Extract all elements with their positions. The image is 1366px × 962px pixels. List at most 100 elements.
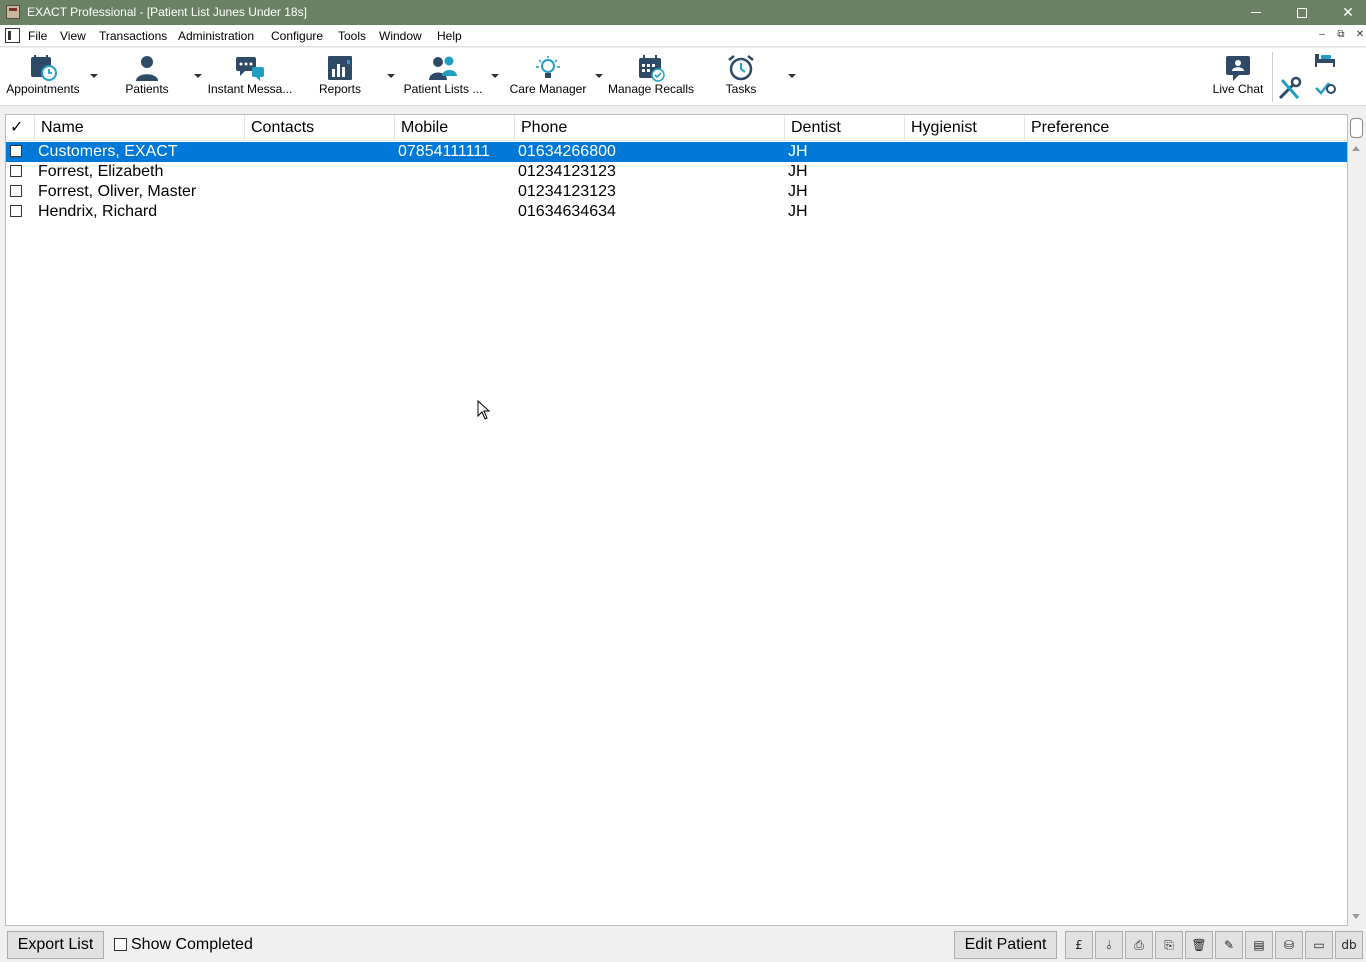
menu-file[interactable]: File [28, 29, 47, 43]
db-text-button[interactable]: db [1335, 931, 1363, 959]
cell-name: Customers, EXACT [38, 143, 178, 160]
chevron-down-icon [788, 74, 796, 78]
cell-dentist: JH [788, 203, 808, 220]
column-hygienist[interactable]: Hygienist [905, 115, 1025, 141]
cell-dentist: JH [788, 183, 808, 200]
bottom-bar: Export List Show Completed Edit Patient … [0, 926, 1366, 962]
cell-phone: 01234123123 [518, 183, 616, 200]
tasks-dropdown[interactable] [784, 48, 800, 106]
tools-settings-button[interactable] [1276, 76, 1304, 100]
print-letter-button[interactable]: ⎙ [1125, 931, 1153, 959]
menu-tools[interactable]: Tools [338, 29, 366, 43]
tasks-label: Tasks [725, 82, 757, 96]
menu-configure[interactable]: Configure [271, 29, 323, 43]
column-preference[interactable]: Preference [1025, 115, 1347, 141]
title-bar: EXACT Professional - [Patient List Junes… [0, 0, 1366, 25]
column-contacts[interactable]: Contacts [245, 115, 395, 141]
menu-administration[interactable]: Administration [178, 29, 254, 43]
menu-help[interactable]: Help [437, 29, 462, 43]
print-letter-icon: ⎙ [1134, 938, 1144, 952]
instant-messages-label: Instant Messa... [207, 82, 293, 96]
folder-button[interactable]: ▤ [1245, 931, 1273, 959]
manage-recalls-button[interactable]: Manage Recalls [606, 48, 696, 106]
patient-lists-button[interactable]: Patient Lists ... [400, 48, 486, 106]
row-checkbox[interactable] [10, 185, 22, 197]
scroll-up-icon[interactable] [1352, 146, 1360, 151]
table-row[interactable]: Forrest, Elizabeth 01234123123 JH [6, 162, 1347, 182]
delete-button[interactable]: 🗑 [1185, 931, 1213, 959]
document-icon[interactable] [5, 28, 20, 43]
bed-icon-button[interactable] [1313, 50, 1341, 74]
pen-icon: ✎ [1223, 938, 1235, 952]
menu-view[interactable]: View [60, 29, 86, 43]
patient-lists-label: Patient Lists ... [403, 82, 483, 96]
appointments-button[interactable]: Appointments [0, 48, 86, 106]
vertical-scrollbar[interactable] [1348, 114, 1365, 926]
row-checkbox[interactable] [10, 145, 22, 157]
reports-dropdown[interactable] [383, 48, 399, 106]
cell-name: Hendrix, Richard [38, 203, 158, 220]
pound-button[interactable]: £ [1065, 931, 1093, 959]
split-icon: ⫰ [1106, 938, 1112, 952]
mouse-cursor-icon [477, 400, 491, 420]
menu-transactions[interactable]: Transactions [99, 29, 167, 43]
database-button[interactable]: ⛁ [1275, 931, 1303, 959]
appointments-dropdown[interactable] [86, 48, 102, 106]
patient-lists-dropdown[interactable] [487, 48, 503, 106]
column-phone[interactable]: Phone [515, 115, 785, 141]
chevron-down-icon [387, 74, 395, 78]
show-completed-box[interactable] [114, 938, 127, 951]
split-button[interactable]: ⫰ [1095, 931, 1123, 959]
menu-window[interactable]: Window [379, 29, 422, 43]
care-manager-dropdown[interactable] [591, 48, 607, 106]
manage-recalls-label: Manage Recalls [607, 82, 695, 96]
instant-messages-button[interactable]: Instant Messa... [205, 48, 295, 106]
edit-patient-button[interactable]: Edit Patient [954, 931, 1057, 959]
app-icon[interactable] [6, 5, 20, 19]
cell-name: Forrest, Elizabeth [38, 163, 164, 180]
row-checkbox[interactable] [10, 165, 22, 177]
card-button[interactable]: ▭ [1305, 931, 1333, 959]
cell-dentist: JH [788, 143, 808, 160]
table-row[interactable]: Hendrix, Richard 01634634634 JH [6, 202, 1347, 222]
chevron-down-icon [595, 74, 603, 78]
column-name[interactable]: Name [35, 115, 245, 141]
row-checkbox[interactable] [10, 205, 22, 217]
reports-button[interactable]: Reports [310, 48, 370, 106]
patient-list[interactable]: ✓ Name Contacts Mobile Phone Dentist Hyg… [5, 114, 1348, 926]
column-check[interactable]: ✓ [6, 115, 35, 141]
maximize-button[interactable] [1279, 0, 1325, 25]
minimize-button[interactable] [1233, 0, 1279, 25]
live-chat-button[interactable]: Live Chat [1206, 48, 1270, 106]
scroll-top-button[interactable] [1350, 118, 1363, 138]
column-dentist[interactable]: Dentist [785, 115, 905, 141]
maximize-icon [1297, 7, 1307, 18]
print-label-button[interactable]: ⎘ [1155, 931, 1183, 959]
mdi-restore-button[interactable]: ⧉ [1334, 29, 1348, 40]
patients-button[interactable]: Patients [117, 48, 177, 106]
cell-phone: 01634266800 [518, 143, 616, 160]
cell-dentist: JH [788, 163, 808, 180]
pen-button[interactable]: ✎ [1215, 931, 1243, 959]
print-label-icon: ⎘ [1164, 938, 1174, 952]
delete-icon: 🗑 [1191, 938, 1207, 952]
calendar-check-icon [639, 55, 665, 82]
patients-dropdown[interactable] [190, 48, 206, 106]
chevron-down-icon [90, 74, 98, 78]
table-row[interactable]: Customers, EXACT 07854111111 01634266800… [6, 142, 1347, 162]
tasks-button[interactable]: Tasks [712, 48, 770, 106]
person-icon [136, 56, 158, 81]
chart-icon [328, 56, 352, 80]
column-mobile[interactable]: Mobile [395, 115, 515, 141]
close-button[interactable]: ✕ [1325, 0, 1366, 25]
care-manager-button[interactable]: Care Manager [507, 48, 589, 106]
menu-bar: File View Transactions Administration Co… [0, 25, 1366, 47]
check-sync-icon [1315, 82, 1336, 95]
export-list-button[interactable]: Export List [7, 931, 104, 959]
mdi-minimize-button[interactable]: – [1315, 29, 1329, 40]
mdi-close-button[interactable]: ✕ [1353, 29, 1366, 40]
table-row[interactable]: Forrest, Oliver, Master 01234123123 JH [6, 182, 1347, 202]
check-sync-button[interactable] [1313, 78, 1341, 102]
scroll-down-icon[interactable] [1352, 914, 1360, 919]
database-icon: ⛁ [1283, 938, 1295, 952]
